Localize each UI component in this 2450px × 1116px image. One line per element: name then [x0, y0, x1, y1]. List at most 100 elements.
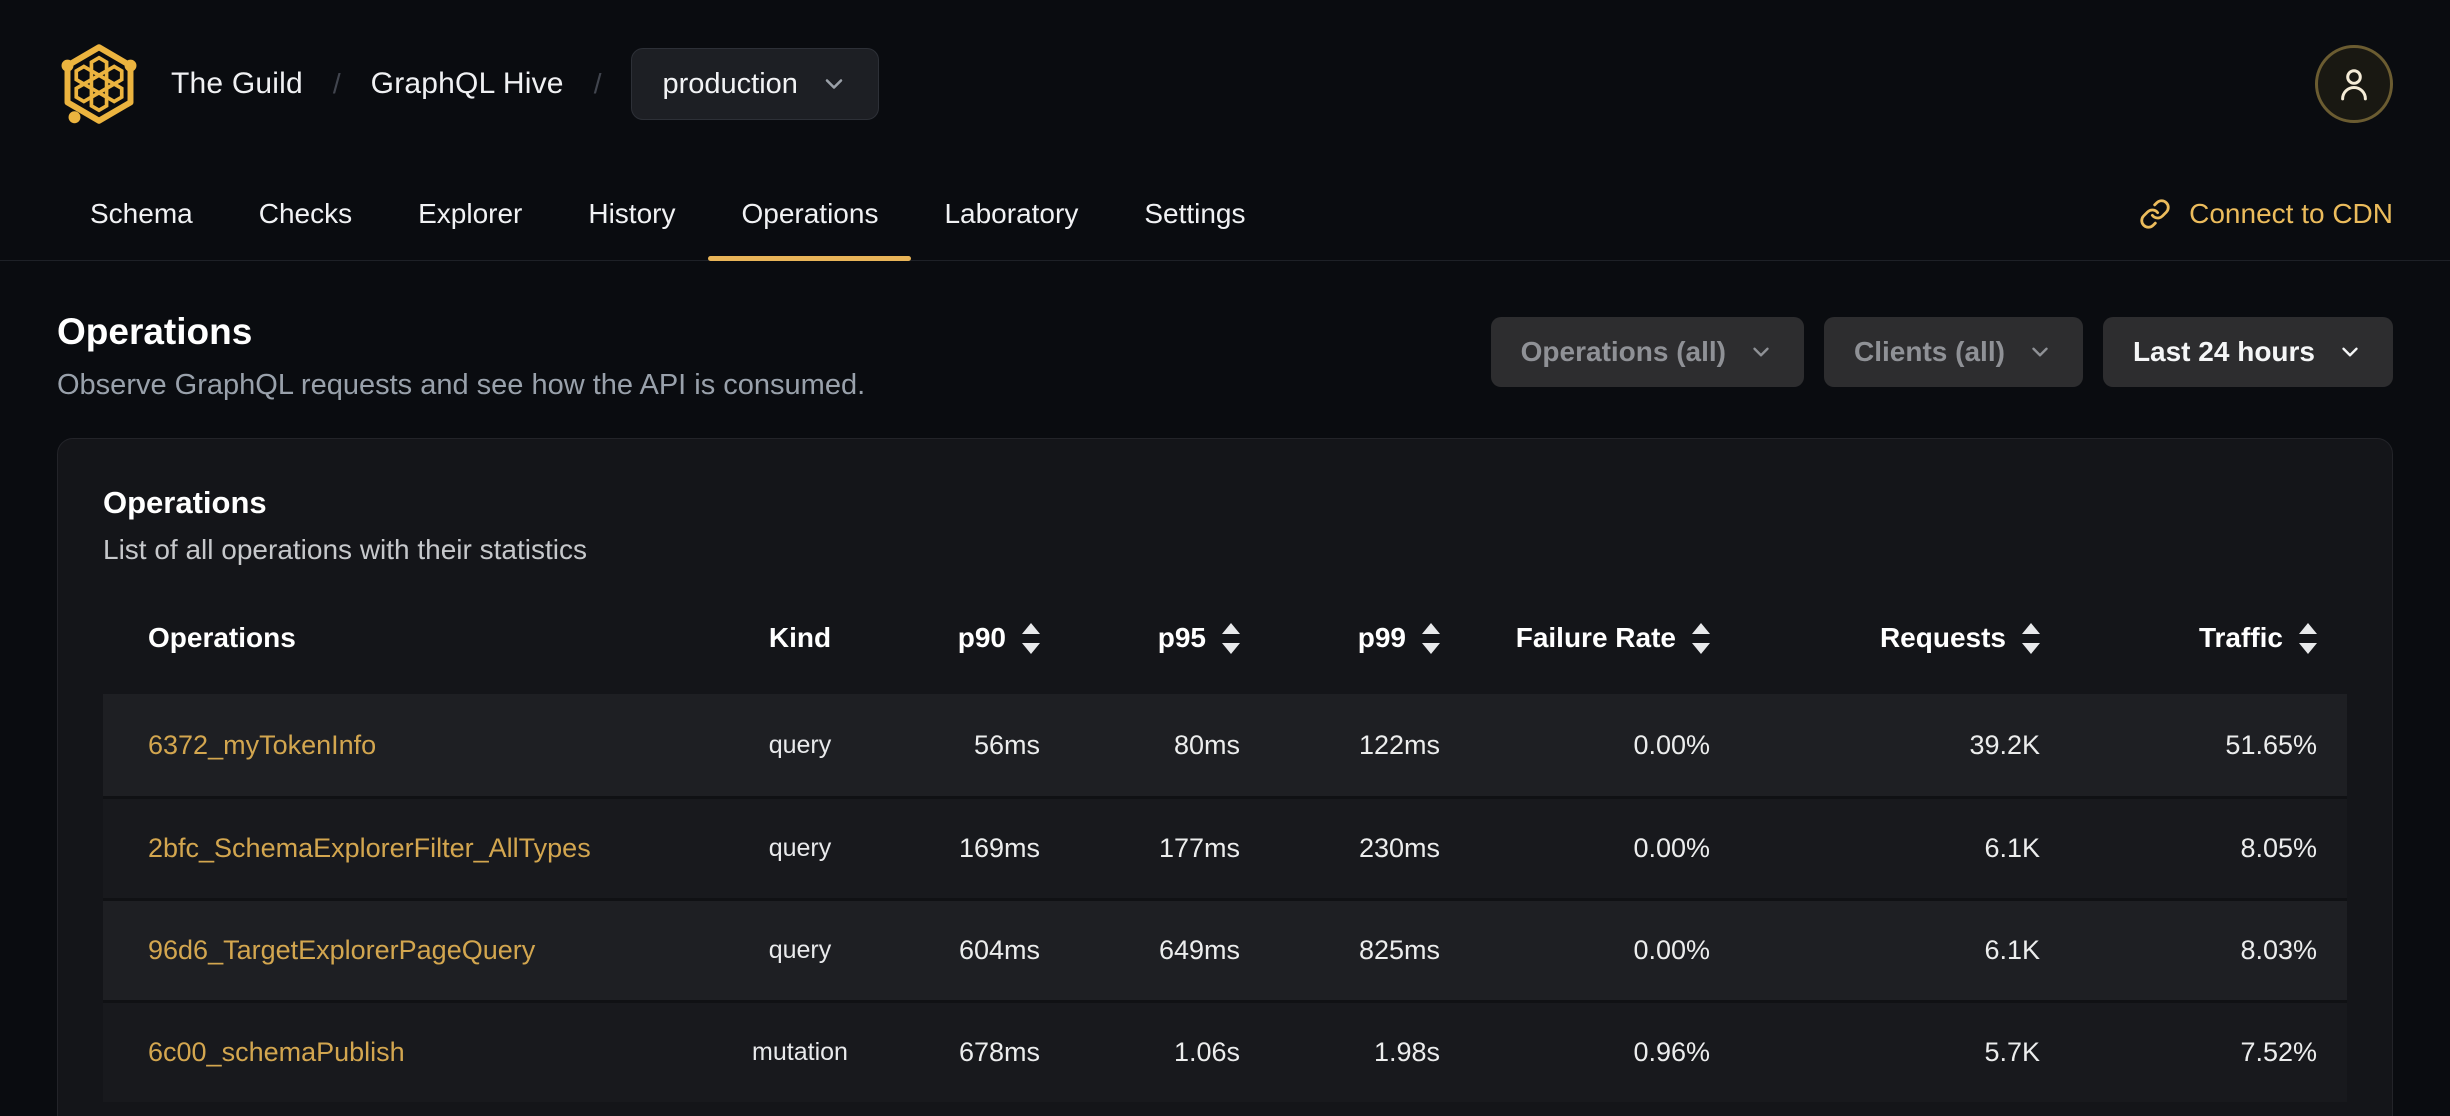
page-title: Operations [57, 311, 253, 352]
operations-card: Operations List of all operations with t… [57, 438, 2393, 1116]
tab-operations[interactable]: Operations [708, 168, 912, 261]
requests-cell: 6.1K [1984, 935, 2040, 965]
sort-desc-icon [1422, 642, 1440, 654]
sort-control[interactable] [2022, 622, 2040, 654]
tab-explorer[interactable]: Explorer [385, 168, 555, 260]
sort-asc-icon [1222, 622, 1240, 634]
user-icon [2333, 63, 2375, 105]
sort-desc-icon [1022, 642, 1040, 654]
target-selector-value: production [662, 67, 798, 100]
sort-control[interactable] [1022, 622, 1040, 654]
column-header-p90[interactable]: p90 [885, 622, 1070, 654]
clients-filter-label: Clients (all) [1854, 336, 2005, 367]
sort-asc-icon [1422, 622, 1440, 634]
column-header-traffic[interactable]: Traffic [2070, 622, 2347, 654]
tab-checks[interactable]: Checks [226, 168, 385, 260]
app-root: The Guild / GraphQL Hive / production Sc… [0, 0, 2450, 1116]
link-icon [2139, 198, 2171, 230]
p90-cell: 56ms [973, 729, 1040, 760]
sort-control[interactable] [1222, 622, 1240, 654]
column-header-failure-rate[interactable]: Failure Rate [1470, 622, 1740, 654]
p95-cell: 649ms [1158, 935, 1240, 965]
column-header-p95[interactable]: p95 [1070, 622, 1270, 654]
requests-cell: 6.1K [1984, 833, 2040, 863]
kind-cell: query [768, 936, 832, 964]
p90-cell: 604ms [958, 935, 1040, 965]
traffic-cell: 7.52% [2240, 1037, 2317, 1067]
requests-cell: 39.2K [1969, 729, 2040, 760]
clients-filter-dropdown[interactable]: Clients (all) [1824, 317, 2083, 387]
card-subtitle: List of all operations with their statis… [103, 534, 587, 565]
sort-control[interactable] [2299, 622, 2317, 654]
column-header-p99[interactable]: p99 [1270, 622, 1470, 654]
connect-to-cdn-label: Connect to CDN [2189, 198, 2393, 229]
operations-filter-dropdown[interactable]: Operations (all) [1490, 317, 1805, 387]
traffic-cell: 51.65% [2225, 729, 2317, 760]
failure-rate-cell: 0.96% [1633, 1037, 1710, 1067]
breadcrumb-separator: / [593, 68, 602, 99]
chevron-down-icon [820, 70, 848, 98]
tab-bar: Schema Checks Explorer History Operation… [0, 168, 2450, 261]
column-header-operations: Operations [148, 622, 296, 653]
operation-link[interactable]: 6372_myTokenInfo [103, 730, 715, 761]
sort-asc-icon [1692, 622, 1710, 634]
user-avatar[interactable] [2315, 45, 2393, 123]
breadcrumb-org[interactable]: The Guild [171, 67, 303, 101]
filter-bar: Operations (all) Clients (all) Last 24 h… [1490, 317, 2393, 387]
period-filter-label: Last 24 hours [2132, 336, 2315, 367]
top-bar: The Guild / GraphQL Hive / production [0, 0, 2450, 168]
sort-asc-icon [1022, 622, 1040, 634]
operations-filter-label: Operations (all) [1520, 336, 1727, 367]
p95-cell: 1.06s [1173, 1037, 1240, 1067]
chevron-down-icon [1748, 339, 1774, 365]
table-row: 6c00_schemaPublish mutation 678ms 1.06s … [103, 1000, 2347, 1102]
p99-cell: 230ms [1358, 833, 1440, 863]
table-row: 2bfc_SchemaExplorerFilter_AllTypes query… [103, 796, 2347, 898]
tab-schema[interactable]: Schema [57, 168, 226, 260]
column-header-kind: Kind [768, 622, 832, 653]
tab-laboratory[interactable]: Laboratory [911, 168, 1111, 260]
chevron-down-icon [2027, 339, 2053, 365]
hive-logo-icon[interactable] [57, 42, 141, 126]
tab-settings[interactable]: Settings [1111, 168, 1278, 260]
sort-control[interactable] [1422, 622, 1440, 654]
p95-cell: 177ms [1158, 833, 1240, 863]
breadcrumb: The Guild / GraphQL Hive / production [57, 42, 879, 126]
kind-cell: mutation [752, 1038, 848, 1066]
page-header: Operations Observe GraphQL requests and … [0, 261, 2450, 402]
p99-cell: 1.98s [1373, 1037, 1440, 1067]
period-filter-dropdown[interactable]: Last 24 hours [2102, 317, 2393, 387]
table-row: 6372_myTokenInfo query 56ms 80ms 122ms 0… [103, 694, 2347, 796]
card-title: Operations [103, 485, 267, 520]
sort-asc-icon [2299, 622, 2317, 634]
breadcrumb-project[interactable]: GraphQL Hive [371, 67, 564, 101]
breadcrumb-separator: / [332, 68, 341, 99]
table-header-row: Operations Kind p90 p95 p99 Failure Rate [103, 608, 2347, 668]
traffic-cell: 8.03% [2240, 935, 2317, 965]
operation-link[interactable]: 2bfc_SchemaExplorerFilter_AllTypes [103, 833, 715, 864]
requests-cell: 5.7K [1984, 1037, 2040, 1067]
sort-desc-icon [1692, 642, 1710, 654]
failure-rate-cell: 0.00% [1633, 833, 1710, 863]
sort-desc-icon [2022, 642, 2040, 654]
tab-history[interactable]: History [555, 168, 708, 260]
page-subtitle: Observe GraphQL requests and see how the… [57, 369, 866, 401]
target-selector[interactable]: production [631, 48, 879, 120]
sort-desc-icon [1222, 642, 1240, 654]
p90-cell: 169ms [958, 833, 1040, 863]
failure-rate-cell: 0.00% [1633, 935, 1710, 965]
column-header-requests[interactable]: Requests [1740, 622, 2070, 654]
p99-cell: 825ms [1358, 935, 1440, 965]
operation-link[interactable]: 96d6_TargetExplorerPageQuery [103, 935, 715, 966]
traffic-cell: 8.05% [2240, 833, 2317, 863]
chevron-down-icon [2337, 339, 2363, 365]
connect-to-cdn-button[interactable]: Connect to CDN [2139, 168, 2393, 260]
p90-cell: 678ms [958, 1037, 1040, 1067]
operation-link[interactable]: 6c00_schemaPublish [103, 1037, 715, 1068]
sort-desc-icon [2299, 642, 2317, 654]
table-body: 6372_myTokenInfo query 56ms 80ms 122ms 0… [103, 694, 2347, 1102]
p99-cell: 122ms [1358, 729, 1440, 760]
sort-control[interactable] [1692, 622, 1710, 654]
operations-table: Operations Kind p90 p95 p99 Failure Rate [103, 608, 2347, 1102]
kind-cell: query [768, 834, 832, 862]
